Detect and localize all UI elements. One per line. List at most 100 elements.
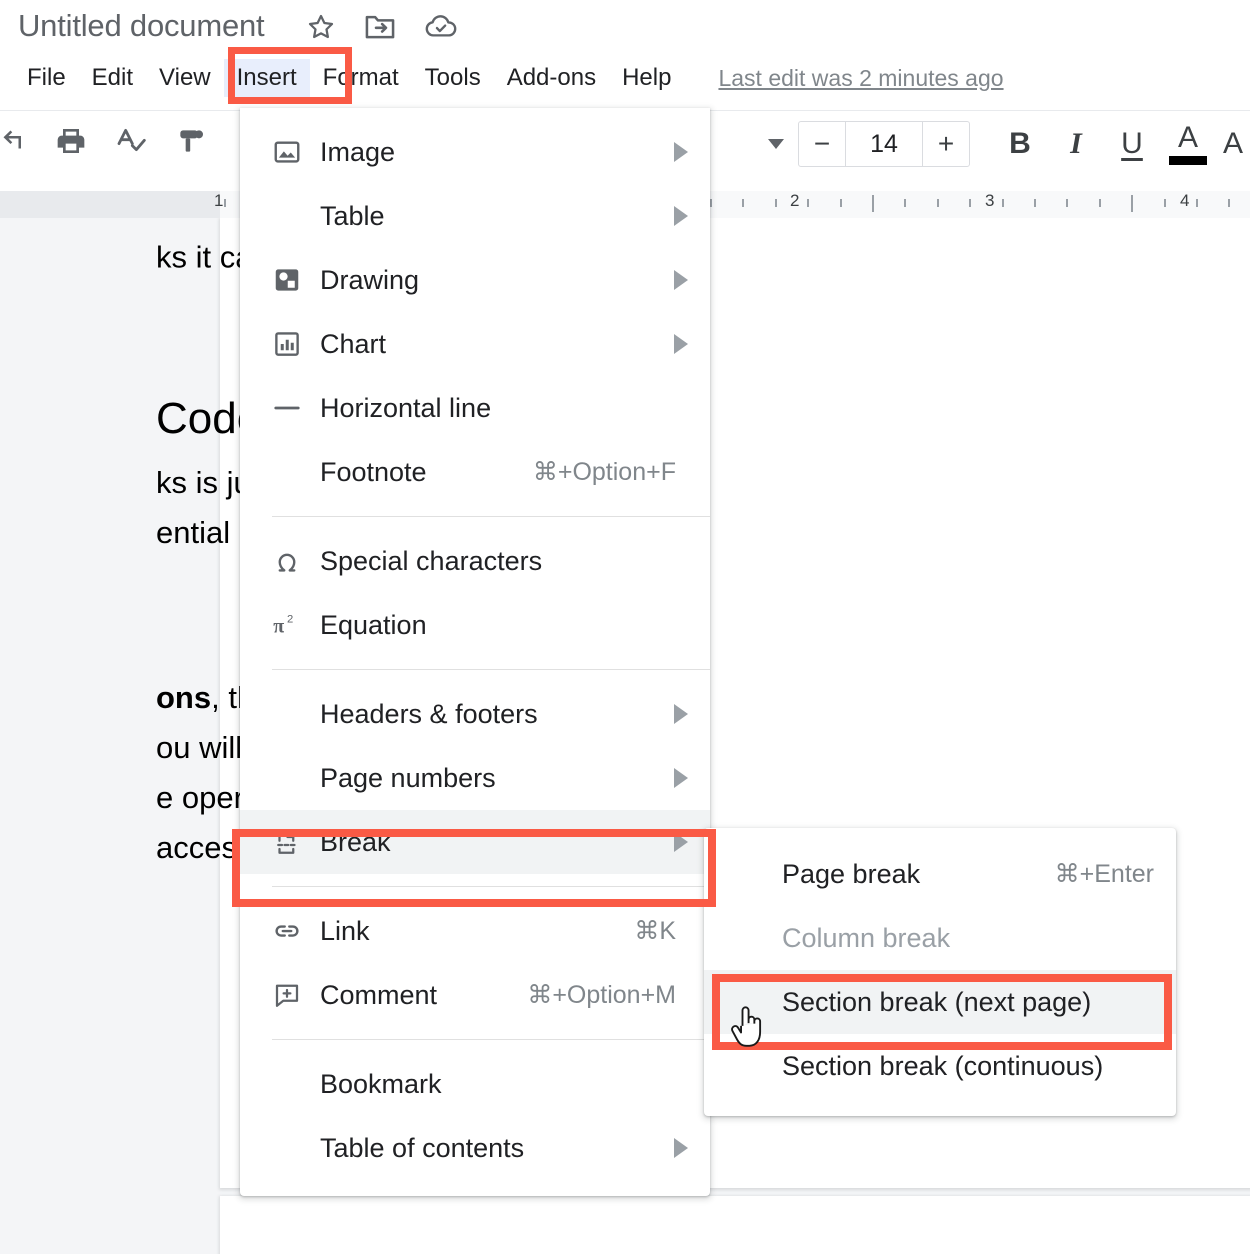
menu-item-shortcut: ⌘+Option+M [527, 981, 676, 1009]
underline-button[interactable]: U [1104, 121, 1160, 167]
chevron-right-icon [674, 832, 688, 852]
insert-menu-item-image[interactable]: Image [240, 120, 710, 184]
break-submenu-item-section-break-next-page-[interactable]: Section break (next page) [704, 970, 1176, 1034]
font-size-decrease-button[interactable]: − [799, 122, 846, 166]
text-color-swatch [1169, 156, 1207, 165]
menu-item-label: Break [320, 826, 391, 857]
menu-item-shortcut: ⌘+Option+F [532, 458, 676, 486]
menu-item-label: Column break [782, 922, 951, 953]
break-submenu-item-section-break-continuous-[interactable]: Section break (continuous) [704, 1034, 1176, 1098]
menubar-item-format[interactable]: Format [310, 59, 412, 97]
menu-separator [272, 886, 710, 887]
insert-menu-item-break[interactable]: Break [240, 810, 710, 874]
insert-menu-item-table-of-contents[interactable]: Table of contents [240, 1116, 710, 1180]
ruler-number: 4 [1180, 191, 1190, 210]
menu-item-shortcut: ⌘+Enter [1054, 860, 1154, 888]
ruler-tick [224, 199, 226, 207]
title-icon-group[interactable] [306, 12, 458, 42]
chevron-right-icon [674, 768, 688, 788]
menubar-item-add-ons[interactable]: Add-ons [494, 59, 609, 97]
insert-menu-item-page-numbers[interactable]: Page numbers [240, 746, 710, 810]
menu-item-label: Equation [320, 609, 427, 640]
ruler-tick [1066, 199, 1069, 207]
highlight-color-button[interactable]: A [1216, 121, 1250, 167]
insert-dropdown-menu[interactable]: Image Table Drawing Chart Horizontal line Foo… [240, 108, 710, 1196]
menubar-item-help[interactable]: Help [609, 59, 684, 97]
image-icon [272, 137, 316, 167]
chart-icon [272, 329, 316, 359]
document-page-2[interactable] [220, 1196, 1250, 1254]
chevron-right-icon [674, 270, 688, 290]
drawing-icon [272, 265, 316, 295]
break-icon [272, 827, 316, 857]
ruler-tick [839, 199, 842, 207]
ruler-tick [904, 199, 907, 207]
break-submenu-item-column-break: Column break [704, 906, 1176, 970]
insert-menu-item-special-characters[interactable]: Special characters [240, 529, 710, 593]
menu-separator [272, 516, 710, 517]
chevron-right-icon [674, 1138, 688, 1158]
menu-item-shortcut: ⌘K [634, 917, 676, 945]
star-icon[interactable] [306, 12, 336, 42]
ruler-tick [1196, 199, 1198, 207]
menubar-item-tools[interactable]: Tools [412, 59, 494, 97]
move-to-folder-icon[interactable] [364, 12, 396, 42]
chevron-down-icon[interactable] [768, 139, 784, 149]
font-size-stepper[interactable]: − 14 + [798, 121, 970, 167]
omega-icon [272, 546, 316, 576]
insert-menu-item-link[interactable]: Link ⌘K [240, 899, 710, 963]
comment-icon [272, 980, 316, 1010]
menubar-item-view[interactable]: View [146, 59, 224, 97]
ruler-tick [1131, 195, 1134, 212]
insert-menu-item-footnote[interactable]: Footnote ⌘+Option+F [240, 440, 710, 504]
paint-format-icon[interactable] [174, 124, 208, 158]
link-icon [272, 916, 316, 946]
ruler-number: 1 [214, 191, 224, 210]
font-size-increase-button[interactable]: + [922, 122, 969, 166]
ruler-tick [807, 199, 810, 207]
menubar-item-insert[interactable]: Insert [223, 59, 310, 97]
font-size-value[interactable]: 14 [846, 122, 922, 166]
redo-icon[interactable] [0, 124, 28, 158]
ruler-number: 2 [790, 191, 800, 210]
insert-menu-item-comment[interactable]: Comment ⌘+Option+M [240, 963, 710, 1027]
menu-item-label: Horizontal line [320, 392, 492, 423]
horizontal-line-icon [272, 393, 316, 423]
svg-text:2: 2 [287, 614, 293, 626]
cloud-saved-icon[interactable] [424, 13, 458, 41]
text-color-label: A [1177, 121, 1198, 154]
break-submenu[interactable]: Page break ⌘+Enter Column break Section bre… [704, 828, 1176, 1116]
menubar-item-edit[interactable]: Edit [79, 59, 146, 97]
insert-menu-item-bookmark[interactable]: Bookmark [240, 1052, 710, 1116]
ruler-tick [872, 195, 874, 212]
break-submenu-item-page-break[interactable]: Page break ⌘+Enter [704, 842, 1176, 906]
text-color-button[interactable]: A [1160, 121, 1216, 167]
menubar[interactable]: File Edit View Insert Format Tools Add-ons Help… [14, 58, 1004, 98]
spelling-check-icon[interactable] [114, 124, 148, 158]
menu-item-label: Page numbers [320, 762, 496, 793]
italic-button[interactable]: I [1048, 121, 1104, 167]
print-icon[interactable] [54, 124, 88, 158]
insert-menu-item-headers-footers[interactable]: Headers & footers [240, 682, 710, 746]
bold-button[interactable]: B [992, 121, 1048, 167]
toolbar-left-group[interactable] [0, 123, 263, 159]
insert-menu-item-drawing[interactable]: Drawing [240, 248, 710, 312]
menu-item-label: Drawing [320, 264, 420, 295]
insert-menu-item-equation[interactable]: π 2 Equation [240, 593, 710, 657]
menu-item-label: Footnote [320, 456, 427, 487]
last-edit-status[interactable]: Last edit was 2 minutes ago [718, 65, 1003, 92]
insert-menu-item-horizontal-line[interactable]: Horizontal line [240, 376, 710, 440]
menu-item-label: Comment [320, 979, 438, 1010]
ruler-tick [1034, 199, 1036, 207]
ruler-tick [1228, 199, 1231, 207]
toolbar-right-group[interactable]: − 14 + B I U A A [768, 121, 1250, 167]
ruler-tick [1098, 199, 1101, 207]
chevron-right-icon [674, 206, 688, 226]
chevron-right-icon [674, 704, 688, 724]
menubar-item-file[interactable]: File [14, 59, 79, 97]
page-title[interactable]: Untitled document [18, 8, 265, 44]
insert-menu-item-table[interactable]: Table [240, 184, 710, 248]
insert-menu-item-chart[interactable]: Chart [240, 312, 710, 376]
menu-item-label: Special characters [320, 545, 543, 576]
menu-separator [272, 1039, 710, 1040]
